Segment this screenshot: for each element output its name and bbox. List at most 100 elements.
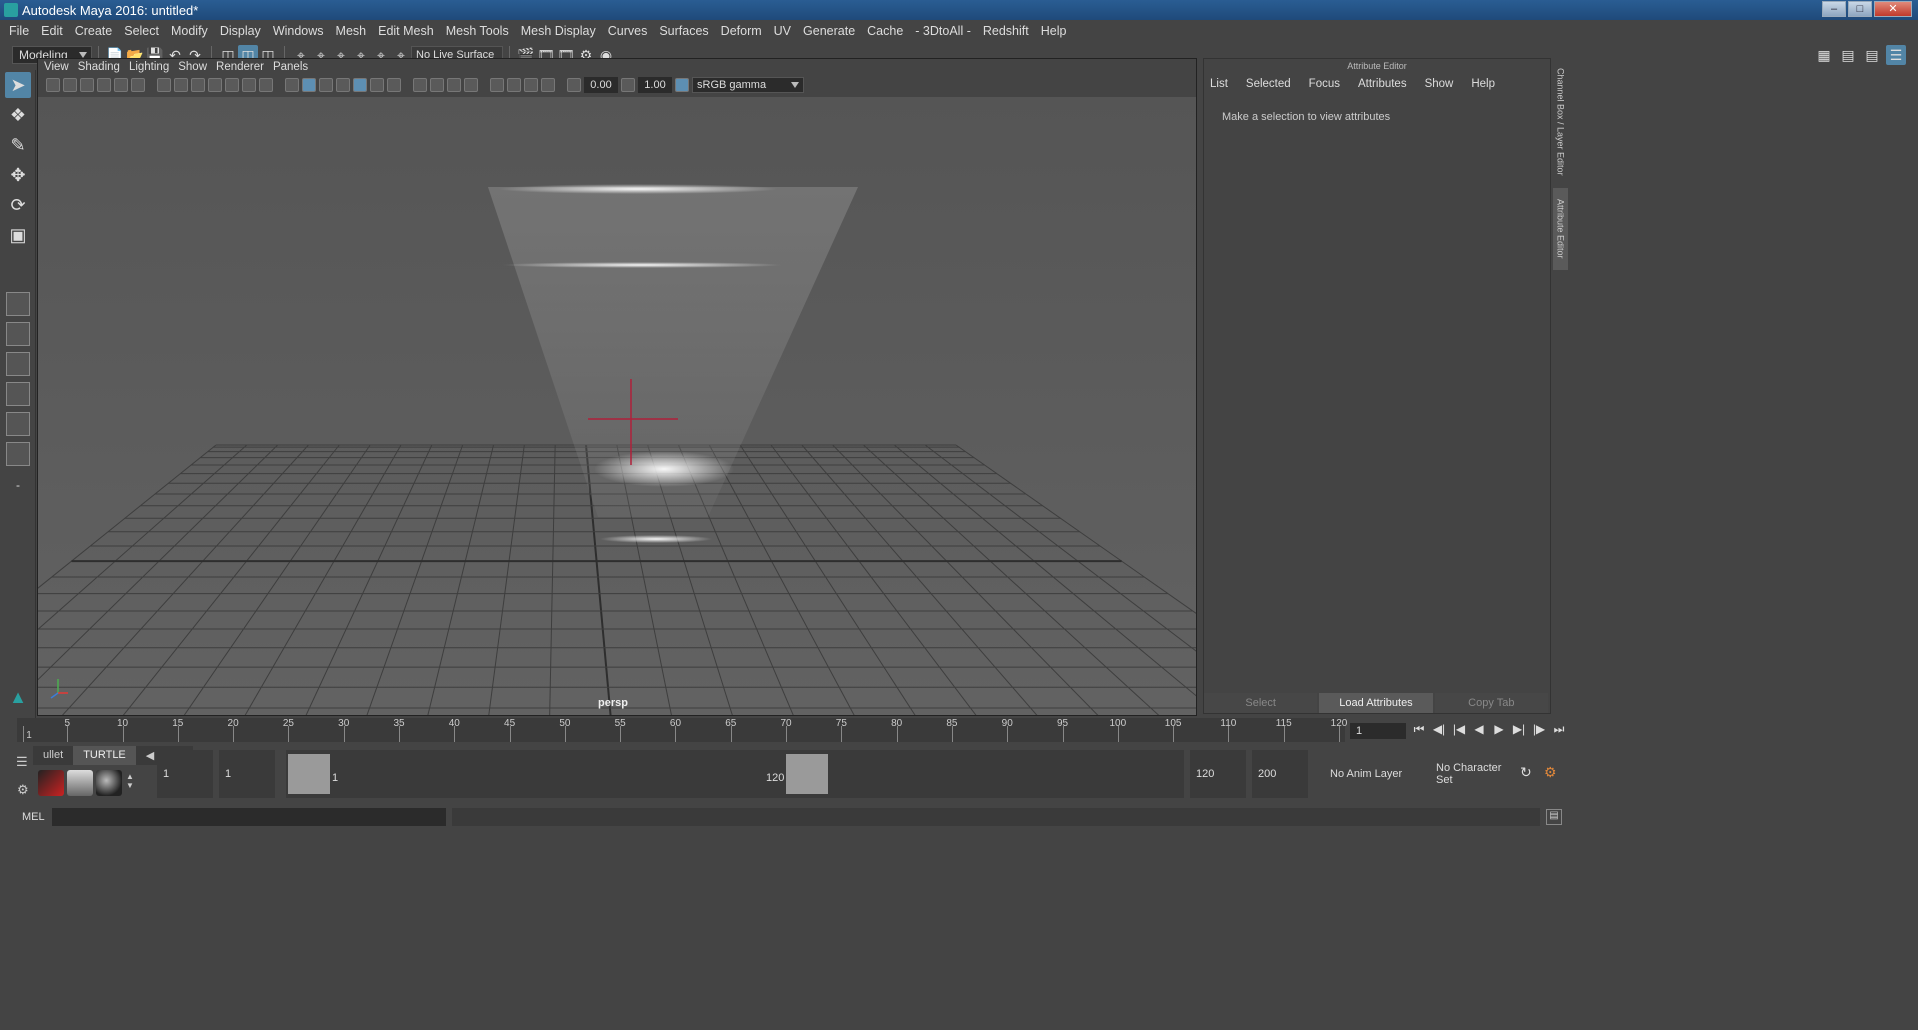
range-end-handle[interactable] [786,754,828,794]
view-transform-dropdown[interactable]: sRGB gamma [692,77,804,93]
color-management-icon[interactable] [675,78,689,92]
menu-surfaces[interactable]: Surfaces [656,24,717,38]
shelf-tab-turtle[interactable]: TURTLE [73,746,136,765]
menu-mesh-display[interactable]: Mesh Display [518,24,605,38]
menu-uv[interactable]: UV [771,24,800,38]
turtle-bake-icon[interactable] [67,770,93,796]
play-backwards-icon[interactable]: ◀ [1472,722,1486,738]
menu-select[interactable]: Select [121,24,168,38]
start-frame-field[interactable]: 1 [157,750,213,798]
time-slider[interactable]: 1 5 10 15 20 25 30 35 40 45 50 55 60 65 70 75 80 85 90 95 10… [17,718,1347,742]
animation-prefs-icon[interactable]: ⚙ [1544,764,1557,781]
step-forward-frame-icon[interactable]: ▶| [1512,722,1526,738]
two-pane-layout-icon[interactable] [6,352,30,376]
turtle-sphere-icon[interactable] [96,770,122,796]
attr-menu-attributes[interactable]: Attributes [1358,78,1407,90]
panel-menu-show[interactable]: Show [178,61,216,73]
close-button[interactable]: ✕ [1874,1,1912,17]
isolate-select-icon[interactable] [490,78,504,92]
collapse-icon[interactable]: - [5,472,31,498]
auto-key-icon[interactable]: ↻ [1520,764,1532,781]
grid-toggle-icon[interactable] [157,78,171,92]
use-all-lights-icon[interactable] [370,78,384,92]
xray-joints-icon[interactable] [541,78,555,92]
gamma-field[interactable]: 1.00 [638,77,672,93]
menu-deform[interactable]: Deform [718,24,771,38]
select-button[interactable]: Select [1204,693,1318,713]
exposure-icon[interactable] [567,78,581,92]
resolution-gate-icon[interactable] [191,78,205,92]
scale-tool-icon[interactable]: ▣ [5,222,31,248]
anim-end-field[interactable]: 120 [1190,750,1246,798]
script-editor-icon[interactable]: ▤ [1546,809,1562,825]
graph-layout-icon[interactable] [6,412,30,436]
motion-blur-icon[interactable] [430,78,444,92]
safe-action-icon[interactable] [242,78,256,92]
field-chart-icon[interactable] [225,78,239,92]
multisample-aa-icon[interactable] [447,78,461,92]
camera-select-icon[interactable] [46,78,60,92]
default-material-icon[interactable] [319,78,333,92]
grease-pencil-icon[interactable] [131,78,145,92]
turtle-render-icon[interactable] [38,770,64,796]
gate-mask-icon[interactable] [208,78,222,92]
exposure-field[interactable]: 0.00 [584,77,618,93]
xray-icon[interactable] [507,78,521,92]
rotate-tool-icon[interactable]: ⟳ [5,192,31,218]
panel-menu-view[interactable]: View [44,61,78,73]
go-to-end-icon[interactable]: ⏭ [1552,722,1566,738]
single-pane-layout-icon[interactable] [6,292,30,316]
menu-3dtoall[interactable]: - 3DtoAll - [912,24,980,38]
menu-cache[interactable]: Cache [864,24,912,38]
command-input[interactable] [52,808,446,826]
3d-scene-view[interactable]: persp [38,97,1196,715]
shadows-icon[interactable] [387,78,401,92]
menu-mesh[interactable]: Mesh [333,24,376,38]
maximize-button[interactable]: □ [1848,1,1872,17]
lasso-tool-icon[interactable]: ❖ [5,102,31,128]
select-tool-icon[interactable]: ➤ [5,72,31,98]
wireframe-on-shaded-icon[interactable] [336,78,350,92]
smooth-shade-icon[interactable] [302,78,316,92]
current-frame-field[interactable]: 1 [1350,723,1406,739]
load-attributes-button[interactable]: Load Attributes [1319,693,1433,713]
mel-label[interactable]: MEL [22,811,45,823]
camera-attributes-icon[interactable] [63,78,77,92]
channel-box-icon[interactable]: ☰ [1886,45,1906,65]
wireframe-icon[interactable] [285,78,299,92]
anim-start-field[interactable]: 1 [219,750,275,798]
modeling-toolkit-icon[interactable]: ▦ [1814,45,1834,65]
film-gate-icon[interactable] [174,78,188,92]
attribute-editor-toggle-icon[interactable]: ▤ [1838,45,1858,65]
character-set-dropdown[interactable]: No Character Set [1432,750,1514,798]
tab-channel-box[interactable]: Channel Box / Layer Editor [1553,66,1568,178]
menu-file[interactable]: File [6,24,38,38]
tab-attribute-editor[interactable]: Attribute Editor [1553,188,1568,270]
depth-of-field-icon[interactable] [464,78,478,92]
step-forward-key-icon[interactable]: |▶ [1532,722,1546,738]
four-pane-layout-icon[interactable] [6,322,30,346]
outliner-layout-icon[interactable] [6,382,30,406]
menu-display[interactable]: Display [217,24,270,38]
attr-menu-help[interactable]: Help [1471,78,1495,90]
panel-menu-lighting[interactable]: Lighting [129,61,178,73]
textured-icon[interactable] [353,78,367,92]
image-plane-icon[interactable] [97,78,111,92]
step-back-frame-icon[interactable]: |◀ [1452,722,1466,738]
range-slider[interactable]: 1 120 [286,750,1184,798]
anim-layer-dropdown[interactable]: No Anim Layer [1322,750,1422,798]
shelf-menu-icon[interactable]: ☰ [16,754,28,770]
step-back-key-icon[interactable]: ◀| [1432,722,1446,738]
menu-windows[interactable]: Windows [270,24,333,38]
attr-menu-focus[interactable]: Focus [1309,78,1340,90]
panel-menu-panels[interactable]: Panels [273,61,317,73]
shelf-scroll-icon[interactable]: ▲ ▼ [126,772,134,790]
play-forwards-icon[interactable]: ▶ [1492,722,1506,738]
gamma-icon[interactable] [621,78,635,92]
menu-generate[interactable]: Generate [800,24,864,38]
menu-curves[interactable]: Curves [605,24,657,38]
tool-settings-icon[interactable]: ▤ [1862,45,1882,65]
menu-create[interactable]: Create [72,24,122,38]
shelf-tab-bullet[interactable]: ullet [33,746,74,765]
attr-menu-selected[interactable]: Selected [1246,78,1291,90]
